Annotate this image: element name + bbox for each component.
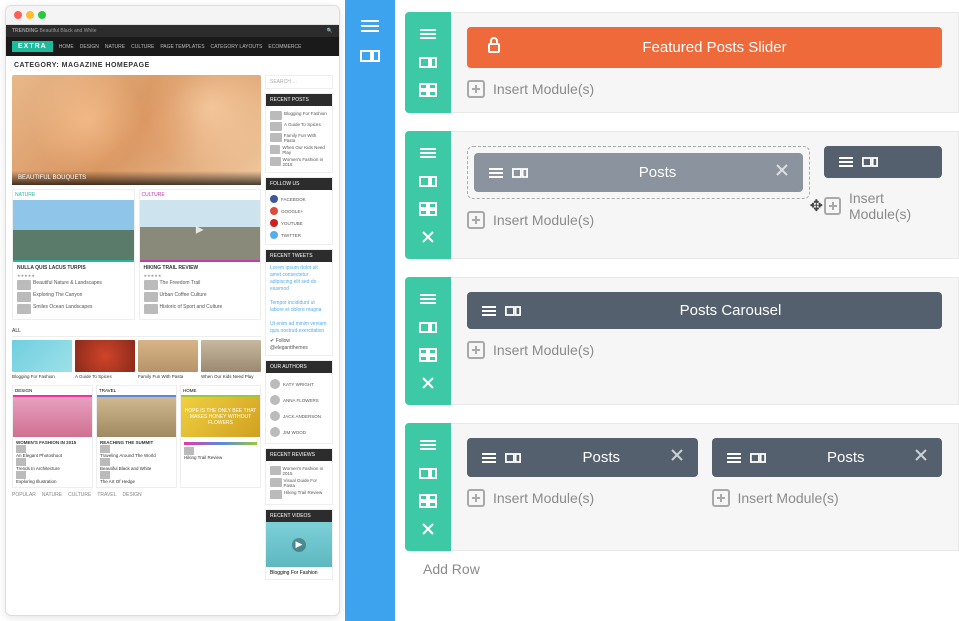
- module-icons: [838, 156, 878, 168]
- columns-icon[interactable]: [417, 319, 439, 335]
- plus-icon: [467, 341, 485, 359]
- hamburger-icon[interactable]: [417, 291, 439, 307]
- add-row-button[interactable]: Add Row: [405, 561, 959, 577]
- row-controls: [405, 12, 451, 113]
- insert-module-button[interactable]: Insert Module(s): [712, 489, 943, 507]
- module-posts[interactable]: Posts: [467, 438, 698, 477]
- module-drop-zone[interactable]: Posts ✥: [467, 146, 810, 199]
- close-icon[interactable]: [417, 229, 439, 245]
- close-icon[interactable]: [914, 448, 928, 467]
- builder-row: Posts Carousel Insert Module(s): [405, 277, 959, 405]
- row-controls: [405, 277, 451, 405]
- module-icons: [726, 452, 766, 464]
- module-posts-carousel[interactable]: Posts Carousel: [467, 292, 942, 329]
- move-cursor-icon: ✥: [810, 196, 823, 216]
- hamburger-icon[interactable]: [359, 18, 381, 34]
- columns-icon[interactable]: [417, 173, 439, 189]
- insert-module-button[interactable]: Insert Module(s): [824, 190, 942, 222]
- plus-icon: [467, 80, 485, 98]
- insert-module-button[interactable]: Insert Module(s): [467, 80, 942, 98]
- module-label: Posts: [533, 449, 670, 466]
- category-title: CATEGORY: MAGAZINE HOMEPAGE: [6, 56, 339, 75]
- grid-icon[interactable]: [417, 201, 439, 217]
- grid-icon[interactable]: [417, 347, 439, 363]
- module-icons: [481, 305, 521, 317]
- columns-icon[interactable]: [417, 54, 439, 70]
- builder-row: Posts Insert Module(s): [405, 423, 959, 551]
- plus-icon: [712, 489, 730, 507]
- plus-icon: [467, 489, 485, 507]
- site-preview-thumbnail: TRENDING Beautiful Black and White 🔍 EXT…: [5, 5, 340, 616]
- page-builder: Featured Posts Slider Insert Module(s): [345, 0, 959, 621]
- module-icons: [488, 167, 528, 179]
- builder-row: Posts ✥ Insert Module(s): [405, 131, 959, 259]
- site-logo: EXTRA: [12, 41, 53, 52]
- module-posts[interactable]: Posts: [712, 438, 943, 477]
- columns-icon[interactable]: [359, 48, 381, 64]
- grid-icon[interactable]: [417, 82, 439, 98]
- grid-icon[interactable]: [417, 493, 439, 509]
- close-icon[interactable]: [670, 448, 684, 467]
- close-icon[interactable]: [775, 163, 789, 182]
- module-posts[interactable]: Posts: [474, 153, 803, 192]
- module-posts[interactable]: [824, 146, 942, 178]
- insert-module-button[interactable]: Insert Module(s): [467, 211, 810, 229]
- module-label: Featured Posts Slider: [501, 39, 928, 56]
- lock-icon: [487, 37, 501, 58]
- module-label: Posts: [778, 449, 915, 466]
- row-controls: [405, 131, 451, 259]
- module-featured-posts-slider[interactable]: Featured Posts Slider: [467, 27, 942, 68]
- hamburger-icon[interactable]: [417, 437, 439, 453]
- hamburger-icon[interactable]: [417, 145, 439, 161]
- close-icon[interactable]: [417, 521, 439, 537]
- row-controls: [405, 423, 451, 551]
- builder-row: Featured Posts Slider Insert Module(s): [405, 12, 959, 113]
- plus-icon: [467, 211, 485, 229]
- insert-module-button[interactable]: Insert Module(s): [467, 489, 698, 507]
- insert-module-button[interactable]: Insert Module(s): [467, 341, 942, 359]
- plus-icon: [824, 197, 841, 215]
- module-label: Posts Carousel: [533, 302, 928, 319]
- module-label: Posts: [540, 164, 775, 181]
- module-icons: [481, 452, 521, 464]
- columns-icon[interactable]: [417, 465, 439, 481]
- window-dots: [6, 6, 339, 25]
- section-controls: [345, 0, 395, 621]
- close-icon[interactable]: [417, 375, 439, 391]
- hamburger-icon[interactable]: [417, 26, 439, 42]
